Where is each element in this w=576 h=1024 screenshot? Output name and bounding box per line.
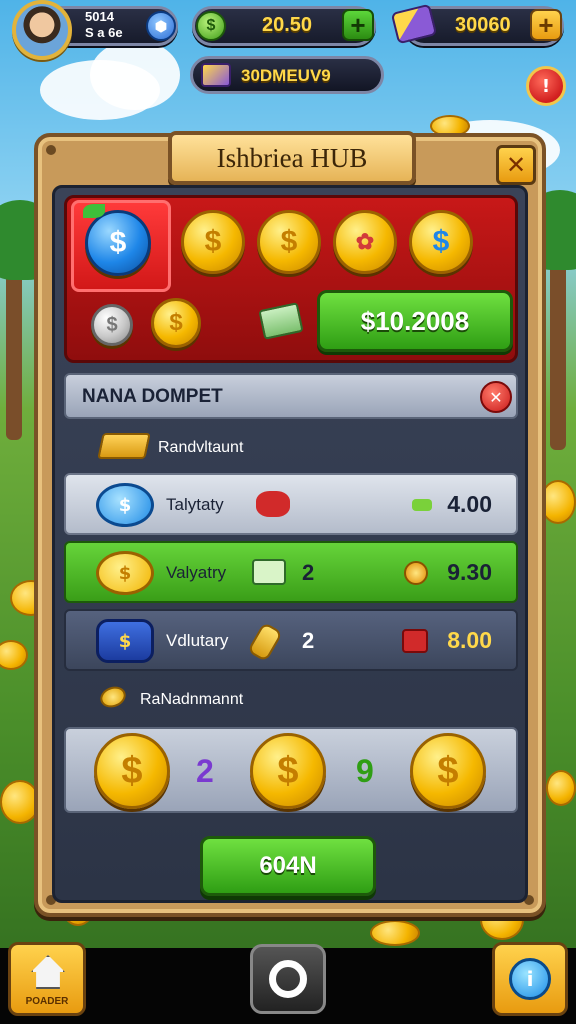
coin-icon — [546, 770, 576, 806]
shop-panel: Ishbriea HUB ✕ $ $ $ ✿ $ $ $ $10.2008 NA… — [34, 131, 546, 917]
info-icon: i — [509, 958, 551, 1000]
coin-icon — [404, 561, 428, 585]
home-icon — [31, 955, 65, 989]
alert-button[interactable]: ! — [526, 66, 566, 106]
gold-bar-small-icon — [246, 621, 284, 663]
wallet-row[interactable]: $ Vdlutary 2 8.00 — [64, 609, 518, 671]
reward-coin[interactable]: $ — [410, 733, 486, 809]
gem-amount: 30060 — [455, 14, 511, 36]
player-name: S a 6e — [85, 25, 123, 40]
wallet-close-button[interactable]: ✕ — [480, 381, 512, 413]
coin-icon — [0, 640, 28, 670]
panel-title: Ishbriea HUB — [216, 142, 368, 173]
reward-coin[interactable]: $ — [94, 733, 170, 809]
leaf-icon — [83, 204, 105, 218]
row-qty: 2 — [302, 628, 315, 653]
row-price: 9.30 — [447, 559, 492, 585]
buy-pack-price: $10.2008 — [360, 305, 470, 336]
add-cash-button[interactable]: + — [342, 9, 374, 41]
gold-coin-option[interactable]: $ — [257, 210, 321, 274]
collect-button[interactable]: 604N — [200, 836, 376, 896]
flower-coin-option[interactable]: ✿ — [333, 210, 397, 274]
blue-coin-icon: $ — [96, 483, 154, 527]
row-label: Valyatry — [166, 563, 227, 582]
cash-coin-icon: $ — [196, 11, 226, 41]
blue-coin-option[interactable]: $ — [85, 210, 151, 276]
section2-label: RaNadnmannt — [140, 691, 244, 708]
event-banner[interactable]: 30DMEUV9 — [190, 56, 384, 94]
wallet-row[interactable]: $ Valyatry 2 9.30 — [64, 541, 518, 603]
coin-pack-section: $ $ $ ✿ $ $ $ $10.2008 — [64, 195, 518, 363]
reward-coin[interactable]: $ — [250, 733, 326, 809]
row-price: 4.00 — [447, 491, 492, 517]
event-label: 30DMEUV9 — [241, 66, 331, 85]
row-price: 8.00 — [447, 627, 492, 653]
silver-coin-option[interactable]: $ — [91, 304, 133, 346]
info-button[interactable]: i — [492, 942, 568, 1016]
wallet-header: NANA DOMPET ✕ — [64, 373, 518, 419]
row-label: Talytaty — [166, 495, 224, 514]
gold-coin-icon: $ — [96, 551, 154, 595]
coin-icon — [370, 920, 420, 946]
gold-coin-option[interactable]: $ — [181, 210, 245, 274]
chest-icon — [201, 63, 231, 87]
row-qty: 2 — [302, 560, 315, 585]
add-gems-button[interactable]: + — [530, 9, 562, 41]
section1-label: Randvltaunt — [158, 439, 244, 456]
buy-pack-button[interactable]: $10.2008 — [317, 290, 513, 352]
ledger-icon — [252, 559, 286, 585]
collect-button-label: 604N — [259, 852, 317, 879]
wallet-row[interactable]: $ Talytaty 4.00 — [64, 473, 518, 535]
blue-gem-icon: $ — [96, 619, 154, 663]
refresh-icon — [269, 960, 307, 998]
reward-count: 9 — [356, 753, 374, 789]
spin-button[interactable] — [250, 944, 326, 1014]
panel-title-plate: Ishbriea HUB — [168, 131, 416, 185]
gold-bar-icon — [97, 433, 151, 459]
bow-icon — [256, 491, 290, 517]
home-button[interactable]: POADER — [8, 942, 86, 1016]
red-pack-icon — [402, 629, 428, 653]
gold-coin-small-option[interactable]: $ — [151, 298, 201, 348]
close-button[interactable]: ✕ — [496, 145, 536, 185]
wallet-title: NANA DOMPET — [82, 386, 223, 407]
cash-stack-icon — [258, 302, 304, 340]
cash-amount: 20.50 — [262, 14, 313, 36]
flower-icon: ✿ — [355, 229, 375, 254]
player-id: 5014 — [85, 9, 114, 24]
reward-strip: $ 2 $ 9 $ — [64, 727, 518, 813]
home-label: POADER — [25, 996, 69, 1007]
row-label: Vdlutary — [166, 631, 229, 650]
reward-count: 2 — [196, 753, 214, 789]
shield-icon[interactable]: ⬢ — [146, 11, 176, 41]
gem-icon — [412, 499, 432, 511]
gold-coin-option[interactable]: $ — [409, 210, 473, 274]
player-avatar[interactable] — [12, 0, 72, 60]
